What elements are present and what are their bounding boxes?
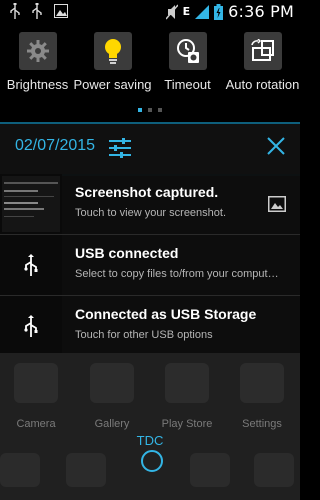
tile-power-saving[interactable]: Power saving <box>73 26 152 102</box>
notification-usb-storage[interactable]: Connected as USB Storage Touch for other… <box>0 296 300 357</box>
signal-icon <box>195 4 210 19</box>
contacts-icon[interactable] <box>66 453 106 487</box>
network-type: E <box>182 5 191 18</box>
browser-icon[interactable] <box>254 453 294 487</box>
notification-icon-area <box>0 235 62 295</box>
app-play-store[interactable]: Play Store <box>157 363 217 430</box>
notification-title: USB connected <box>75 245 179 261</box>
settings-icon <box>240 363 284 403</box>
mute-icon <box>165 4 178 19</box>
rotation-icon <box>250 39 274 61</box>
tile-power-saving-icon-box <box>93 32 132 70</box>
usb-icon <box>32 3 42 19</box>
quick-settings-tiles: Brightness Power saving Timeout Auto rot… <box>0 26 300 102</box>
date-row: 02/07/2015 <box>0 122 300 176</box>
phone-icon[interactable] <box>0 453 40 487</box>
tile-auto-rotation[interactable]: Auto rotation <box>225 26 300 102</box>
app-label: Camera <box>16 418 56 430</box>
notification-screenshot[interactable]: Screenshot captured. Touch to view your … <box>0 174 300 235</box>
app-label: Play Store <box>161 418 213 430</box>
image-icon <box>268 196 286 212</box>
tile-timeout[interactable]: Timeout <box>150 26 225 102</box>
notification-subtitle: Touch to view your screenshot. <box>75 207 227 219</box>
carrier-label: TDC <box>136 433 164 448</box>
tile-brightness-icon-box <box>18 32 57 70</box>
page-dot <box>148 108 152 112</box>
status-bar: E 6:36 PM <box>0 0 300 24</box>
notification-subtitle: Select to copy files to/from your comput… <box>75 268 279 280</box>
status-bar-notification-icons <box>10 3 68 19</box>
clock: 6:36 PM <box>228 2 294 21</box>
screenshot-thumbnail <box>0 174 62 234</box>
tile-brightness[interactable]: Brightness <box>0 26 75 102</box>
messaging-icon[interactable] <box>190 453 230 487</box>
notification-icon-area <box>0 296 62 356</box>
date-label: 02/07/2015 <box>15 137 96 154</box>
sliders-icon[interactable] <box>109 138 131 158</box>
status-bar-system-icons: E 6:36 PM <box>165 2 294 21</box>
tile-power-saving-label: Power saving <box>73 77 152 92</box>
tile-brightness-label: Brightness <box>6 77 69 92</box>
close-icon[interactable] <box>266 136 286 156</box>
app-settings[interactable]: Settings <box>232 363 292 430</box>
page-dot-active <box>138 108 142 112</box>
usb-icon <box>10 3 20 19</box>
tile-auto-rotation-icon-box <box>243 32 282 70</box>
usb-icon <box>24 254 38 276</box>
camera-icon <box>14 363 58 403</box>
battery-icon <box>214 3 224 20</box>
notification-usb-connected[interactable]: USB connected Select to copy files to/fr… <box>0 235 300 296</box>
gallery-icon <box>90 363 134 403</box>
app-camera[interactable]: Camera <box>6 363 66 430</box>
screenshot-thumbnail-image <box>2 176 60 232</box>
tile-timeout-label: Timeout <box>164 77 211 92</box>
timeout-icon <box>176 39 199 63</box>
notification-subtitle: Touch for other USB options <box>75 329 213 341</box>
app-label: Gallery <box>94 418 130 430</box>
app-label: Settings <box>242 418 282 430</box>
tile-auto-rotation-label: Auto rotation <box>225 77 300 92</box>
app-gallery[interactable]: Gallery <box>82 363 142 430</box>
lightbulb-icon <box>104 39 121 64</box>
image-icon <box>54 4 68 18</box>
page-dot <box>158 108 162 112</box>
tile-timeout-icon-box <box>168 32 207 70</box>
gear-icon <box>26 40 49 62</box>
drag-handle[interactable] <box>141 450 163 472</box>
notification-title: Connected as USB Storage <box>75 306 257 322</box>
page-indicator <box>0 108 300 112</box>
usb-icon <box>24 315 38 337</box>
notification-title: Screenshot captured. <box>75 184 219 200</box>
play-store-icon <box>165 363 209 403</box>
